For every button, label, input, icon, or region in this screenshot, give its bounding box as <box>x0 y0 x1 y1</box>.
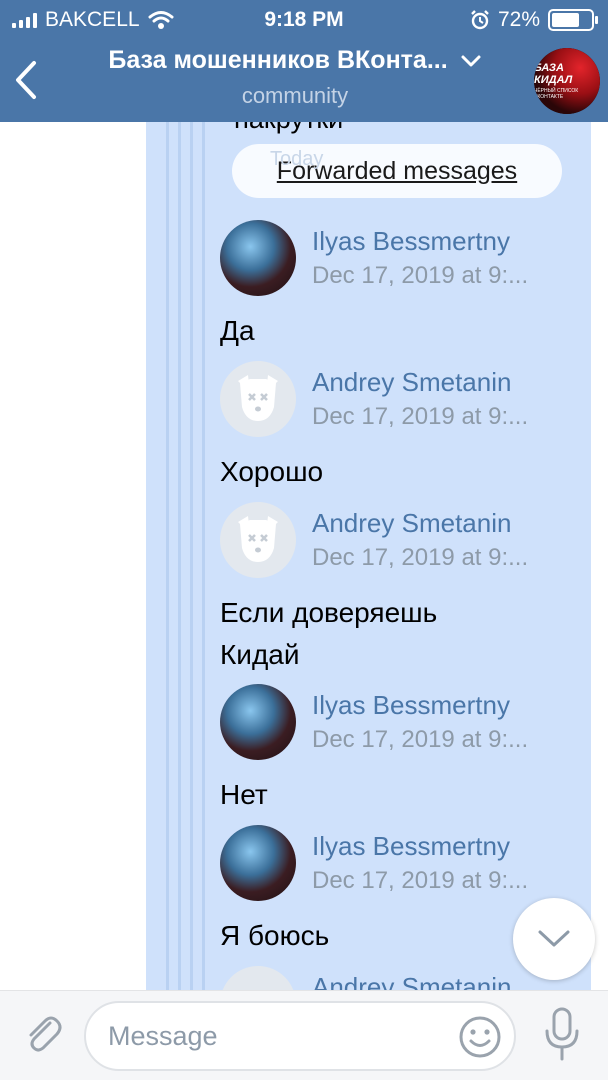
scroll-down-button[interactable] <box>513 898 595 980</box>
message-date: Dec 17, 2019 at 9:... <box>312 867 529 894</box>
message-input-bar <box>0 990 608 1080</box>
forwarded-message: Andrey Smetanin Dec 17, 2019 at 9:... Хо… <box>220 361 560 501</box>
date-pill-today: Today <box>270 148 324 170</box>
author-name[interactable]: Andrey Smetanin <box>312 367 511 398</box>
emoji-button[interactable] <box>458 1015 502 1059</box>
battery-level <box>552 13 579 27</box>
dog-avatar-icon <box>238 375 278 421</box>
group-avatar[interactable]: БАЗА КИДАЛ ЧЁРНЫЙ СПИСОК ВКОНТАКТЕ <box>534 48 600 114</box>
microphone-button[interactable] <box>540 1005 584 1065</box>
forwarded-message: Andrey Smetanin <box>220 966 560 990</box>
avatar[interactable] <box>220 361 296 437</box>
author-name[interactable]: Andrey Smetanin <box>312 972 511 990</box>
message-field[interactable] <box>84 1001 516 1071</box>
message-text-line: Кидай <box>220 639 300 670</box>
status-bar: BAKCELL 9:18 PM 72% <box>0 0 608 40</box>
message-text: Я боюсь <box>220 920 330 951</box>
author-name[interactable]: Ilyas Bessmertny <box>312 226 510 257</box>
scroll-down-icon <box>538 930 570 947</box>
forwarded-message: Ilyas Bessmertny Dec 17, 2019 at 9:... Н… <box>220 684 560 824</box>
avatar[interactable] <box>220 502 296 578</box>
message-text: Нет <box>220 779 268 810</box>
title-row: База мошенников ВКонта... <box>60 46 530 75</box>
forward-line <box>202 122 205 990</box>
message-input[interactable] <box>108 1015 448 1057</box>
forwarded-message: Ilyas Bessmertny Dec 17, 2019 at 9:... Я… <box>220 825 560 965</box>
forward-line <box>166 122 169 990</box>
forward-line <box>190 122 193 990</box>
message-text-line: Если доверяешь <box>220 597 438 628</box>
forwarded-message: Andrey Smetanin Dec 17, 2019 at 9:... Ес… <box>220 502 560 682</box>
message-text: Если доверяешь Кидай <box>220 592 550 676</box>
author-name[interactable]: Ilyas Bessmertny <box>312 831 510 862</box>
avatar[interactable] <box>220 220 296 296</box>
message-date: Dec 17, 2019 at 9:... <box>312 262 529 289</box>
forward-line <box>178 122 181 990</box>
battery-icon <box>548 9 598 31</box>
group-avatar-title: БАЗА КИДАЛ <box>534 62 573 86</box>
forwarded-message: Ilyas Bessmertny Dec 17, 2019 at 9:... Д… <box>220 220 560 360</box>
dog-avatar-icon <box>238 516 278 562</box>
message-date: Dec 17, 2019 at 9:... <box>312 726 529 753</box>
mic-icon <box>545 1007 579 1061</box>
battery-percent: 72% <box>497 8 540 31</box>
chat-header: BAKCELL 9:18 PM 72% База мошенников ВКон… <box>0 0 608 122</box>
message-date: Dec 17, 2019 at 9:... <box>312 403 529 430</box>
chat-area[interactable]: накрутки Forwarded messages Today Ilyas … <box>0 122 608 990</box>
attach-button[interactable] <box>20 1011 66 1057</box>
back-button[interactable] <box>14 58 48 102</box>
alarm-icon <box>471 10 489 30</box>
chat-title-area[interactable]: База мошенников ВКонта... community <box>60 46 530 109</box>
avatar[interactable] <box>220 684 296 760</box>
partial-message-text: накрутки <box>234 122 343 135</box>
attach-icon <box>29 1016 62 1052</box>
chat-title: База мошенников ВКонта... <box>108 46 448 74</box>
message-date: Dec 17, 2019 at 9:... <box>312 544 529 571</box>
chevron-down-icon <box>461 55 481 66</box>
status-right: 72% <box>470 8 598 32</box>
message-text: Хорошо <box>220 456 324 487</box>
emoji-icon <box>459 1016 501 1058</box>
back-icon <box>16 61 36 99</box>
author-name[interactable]: Ilyas Bessmertny <box>312 690 510 721</box>
group-avatar-caption: ЧЁРНЫЙ СПИСОК ВКОНТАКТЕ <box>534 88 579 100</box>
message-text: Да <box>220 315 255 346</box>
author-name[interactable]: Andrey Smetanin <box>312 508 511 539</box>
avatar[interactable] <box>220 966 296 990</box>
chat-subtitle: community <box>241 83 349 108</box>
avatar[interactable] <box>220 825 296 901</box>
